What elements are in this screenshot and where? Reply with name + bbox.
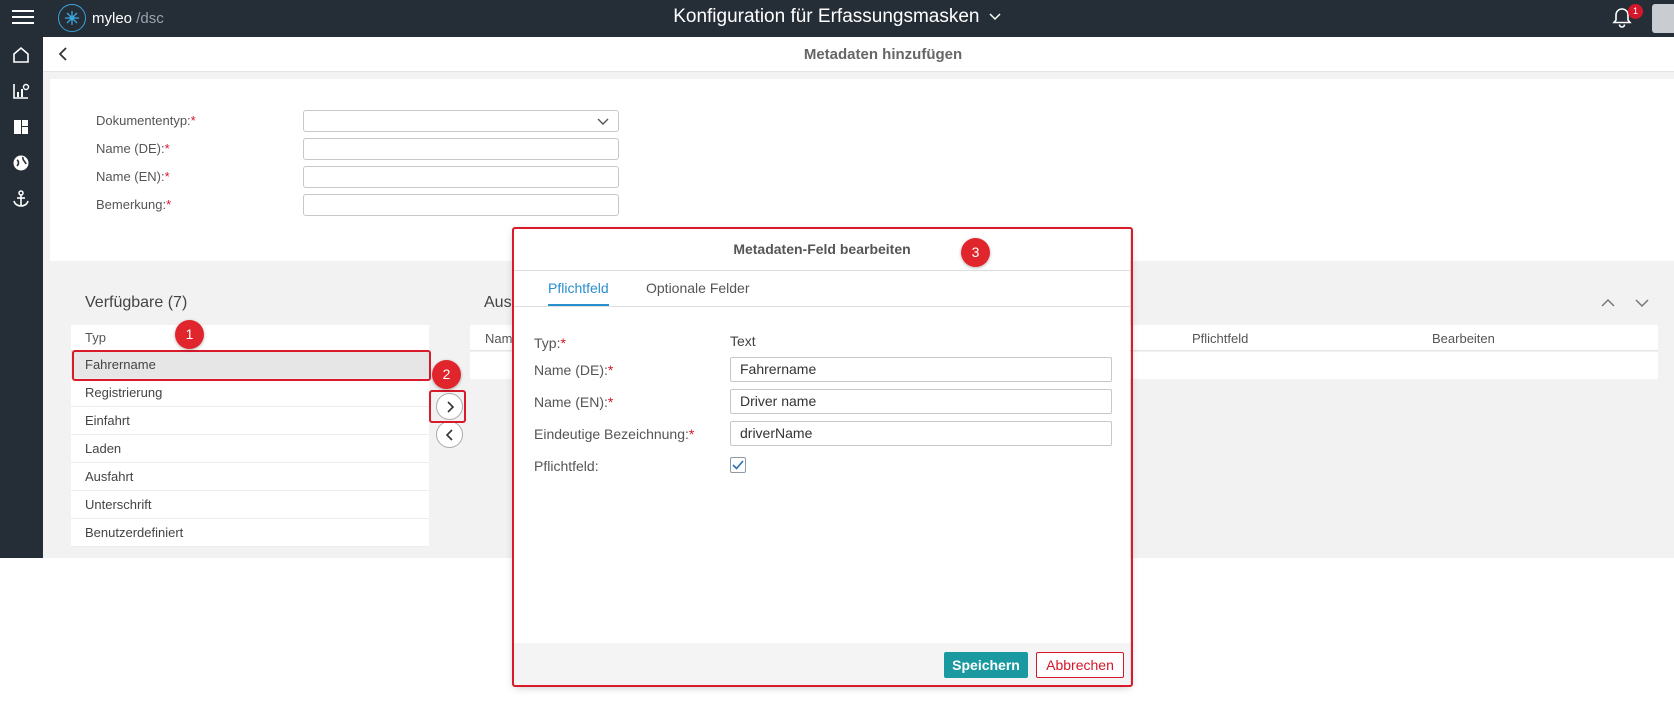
app-logo[interactable]: myleo /dsc <box>58 3 164 33</box>
collapse-up-icon[interactable] <box>1600 296 1616 308</box>
notification-badge: 1 <box>1628 4 1643 19</box>
chevron-down-icon <box>989 13 1001 21</box>
list-item[interactable]: Ausfahrt <box>71 463 429 491</box>
annotation-marker-2: 2 <box>432 360 461 389</box>
annotation-marker-3: 3 <box>961 238 990 267</box>
name-de-input[interactable] <box>303 138 619 160</box>
dokumententyp-select[interactable] <box>303 110 619 132</box>
subheader-title: Metadaten hinzufügen <box>803 46 963 63</box>
selected-title: Aus <box>484 294 512 311</box>
menu-icon[interactable] <box>12 6 34 28</box>
list-item[interactable]: Benutzerdefiniert <box>71 519 429 547</box>
name-en-input[interactable] <box>303 166 619 188</box>
chevron-left-icon <box>445 428 453 441</box>
move-left-button[interactable] <box>436 421 463 448</box>
chevron-down-icon <box>597 118 609 125</box>
page-title-dropdown[interactable]: Konfiguration für Erfassungsmasken <box>673 6 1001 27</box>
home-icon[interactable] <box>11 45 31 65</box>
annotation-box-2 <box>429 390 466 423</box>
form-label: Dokumententyp:* <box>96 113 196 128</box>
brand-suffix: dsc <box>140 9 164 27</box>
page-title-area: Konfiguration für Erfassungsmasken <box>0 6 1674 28</box>
chart-icon[interactable] <box>11 81 31 101</box>
bemerkung-input[interactable] <box>303 194 619 216</box>
form-label: Bemerkung:* <box>96 197 172 212</box>
expand-down-icon[interactable] <box>1634 296 1650 308</box>
sidebar <box>0 37 43 558</box>
available-column-header: Typ <box>71 325 429 351</box>
list-item[interactable]: Unterschrift <box>71 491 429 519</box>
brand-main: myleo <box>92 9 133 27</box>
annotation-box-1 <box>72 350 431 381</box>
list-item[interactable]: Laden <box>71 435 429 463</box>
brand-name: myleo /dsc <box>92 10 164 27</box>
column-header: Bearbeiten <box>1432 331 1495 346</box>
list-item[interactable]: Registrierung <box>71 379 429 407</box>
logo-icon <box>58 4 86 32</box>
form-label: Name (EN):* <box>96 169 170 184</box>
annotation-box-3 <box>512 227 1133 687</box>
top-bar: myleo /dsc Konfiguration für Erfassungsm… <box>0 0 1674 37</box>
avatar[interactable] <box>1652 4 1674 33</box>
column-header: Pflichtfeld <box>1192 331 1249 346</box>
list-item[interactable]: Einfahrt <box>71 407 429 435</box>
sub-header: Metadaten hinzufügen <box>43 37 1674 72</box>
column-header: Nam <box>485 331 513 346</box>
page-title: Konfiguration für Erfassungsmasken <box>673 6 980 27</box>
available-title: Verfügbare (7) <box>85 294 188 311</box>
annotation-marker-1: 1 <box>175 320 204 349</box>
form-label: Name (DE):* <box>96 141 170 156</box>
anchor-icon[interactable] <box>11 189 31 209</box>
globe-icon[interactable] <box>11 153 31 173</box>
dashboard-icon[interactable] <box>11 117 31 137</box>
